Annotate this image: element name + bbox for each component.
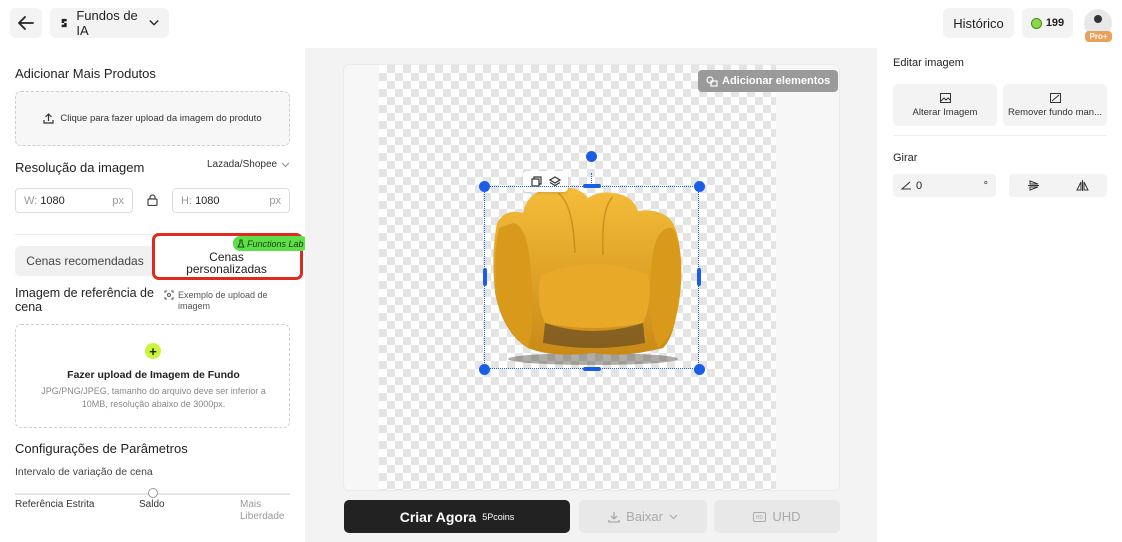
tool-label: Fundos de IA [76,8,138,38]
canvas-area: Adicionar elementos Criar Agora 5Pcoins … [305,48,877,542]
add-elements-button[interactable]: Adicionar elementos [698,70,839,92]
slider-label-strict: Referência Estrita [15,499,95,510]
width-field[interactable]: W: 1080 px [15,188,133,213]
plus-icon: + [145,343,161,359]
create-cost: 5Pcoins [482,511,515,522]
left-panel: Adicionar Mais Produtos Clique para faze… [0,48,308,542]
reference-example-link[interactable]: Exemplo de upload de imagem [164,290,288,312]
image-scan-icon [164,290,174,300]
upload-bg-title: Fazer upload de Imagem de Fundo [67,369,240,381]
eraser-image-icon [1049,92,1061,103]
chevron-down-icon [149,20,159,26]
add-elements-label: Adicionar elementos [722,75,831,87]
chevron-down-icon [281,162,290,167]
download-button[interactable]: Baixar [579,500,707,533]
rotate-value: 0 [916,179,923,192]
remove-background-button[interactable]: Remover fundo man... [1003,84,1107,126]
height-unit: px [269,194,281,207]
resize-handle-top-right[interactable] [694,181,705,192]
flask-icon [237,239,245,248]
width-value: 1080 [40,194,65,207]
remove-background-label: Remover fundo man... [1008,106,1102,118]
upload-product-button[interactable]: Clique para fazer upload da imagem do pr… [15,91,290,146]
flip-horizontal-icon[interactable] [1076,180,1089,191]
uhd-button[interactable]: HD UHD [714,500,840,533]
download-icon [608,511,620,523]
resize-handle-left[interactable] [483,268,487,286]
tab-recommended-scenes[interactable]: Cenas recomendadas [15,246,155,276]
resolution-preset-select[interactable]: Lazada/Shopee [207,159,290,170]
upload-product-label: Clique para fazer upload da imagem do pr… [60,113,262,124]
resize-handle-right[interactable] [697,268,701,286]
coins-count: 199 [1045,17,1065,29]
user-icon [1094,15,1102,23]
upload-icon [43,113,54,124]
height-field[interactable]: H: 1080 px [172,188,290,213]
coin-icon [1030,17,1042,29]
resize-handle-top-left[interactable] [479,181,490,192]
width-unit: px [112,194,124,207]
tool-icon [61,18,67,28]
reference-example-label: Exemplo de upload de imagem [178,290,268,311]
upload-bg-description: JPG/PNG/JPEG, tamanho do arquivo deve se… [41,386,266,409]
height-value: 1080 [195,194,220,207]
slider-label-balance: Saldo [139,499,165,510]
tab-custom-scenes[interactable]: Cenas personalizadas Functions Lab [152,233,308,280]
rotate-handle[interactable] [586,151,597,162]
rotate-angle-field[interactable]: 0 ° [893,174,996,197]
angle-icon [901,181,911,190]
height-label: H: [181,194,192,207]
tab-custom-label: Cenas personalizadas [186,250,267,276]
flip-controls [1009,174,1107,197]
flip-vertical-icon[interactable] [1027,180,1040,191]
resize-handle-top[interactable] [583,184,601,188]
reference-title: Imagem de referência de cena [15,286,154,314]
alter-image-button[interactable]: Alterar Imagem [893,84,997,126]
add-products-title: Adicionar Mais Produtos [15,66,156,81]
rotate-unit: ° [983,179,988,192]
uhd-label: UHD [772,509,801,524]
resolution-preset-value: Lazada/Shopee [207,159,278,170]
variation-label: Intervalo de variação de cena [15,466,153,478]
lock-icon[interactable] [147,194,158,206]
hd-icon: HD [753,511,767,522]
tool-selector[interactable]: Fundos de IA [50,8,169,38]
chevron-down-icon [669,514,678,519]
image-icon [939,92,951,103]
divider [893,135,1107,136]
params-title: Configurações de Parâmetros [15,441,188,456]
canvas-card: Adicionar elementos [343,64,840,491]
arrow-left-icon [18,16,34,30]
coins-button[interactable]: 199 [1022,8,1073,38]
right-panel: Editar imagem Alterar Imagem Remover fun… [877,48,1122,542]
variation-slider-thumb[interactable] [148,488,158,498]
rotate-title: Girar [893,152,918,164]
pro-badge: Pro+ [1085,31,1112,42]
functions-lab-badge: Functions Lab [233,236,308,251]
alter-image-label: Alterar Imagem [912,106,978,118]
edit-image-title: Editar imagem [893,57,964,69]
create-label: Criar Agora [399,508,477,525]
lab-badge-text: Functions Lab [247,238,304,249]
width-label: W: [24,194,38,207]
slider-label-freedom: Mais Liberdade [240,499,285,522]
top-bar: Fundos de IA Histórico 199 Pro+ [0,0,1122,48]
download-label: Baixar [626,509,663,524]
shapes-icon [706,75,718,87]
resize-handle-bottom-right[interactable] [694,364,705,375]
selection-box[interactable] [484,186,699,369]
resolution-title: Resolução da imagem [15,160,145,175]
history-button[interactable]: Histórico [943,8,1014,38]
svg-text:HD: HD [756,515,764,521]
resize-handle-bottom[interactable] [583,367,601,371]
create-now-button[interactable]: Criar Agora 5Pcoins [344,500,570,533]
resize-handle-bottom-left[interactable] [479,364,490,375]
back-button[interactable] [10,8,42,38]
upload-background-area[interactable]: + Fazer upload de Imagem de Fundo JPG/PN… [15,324,290,428]
